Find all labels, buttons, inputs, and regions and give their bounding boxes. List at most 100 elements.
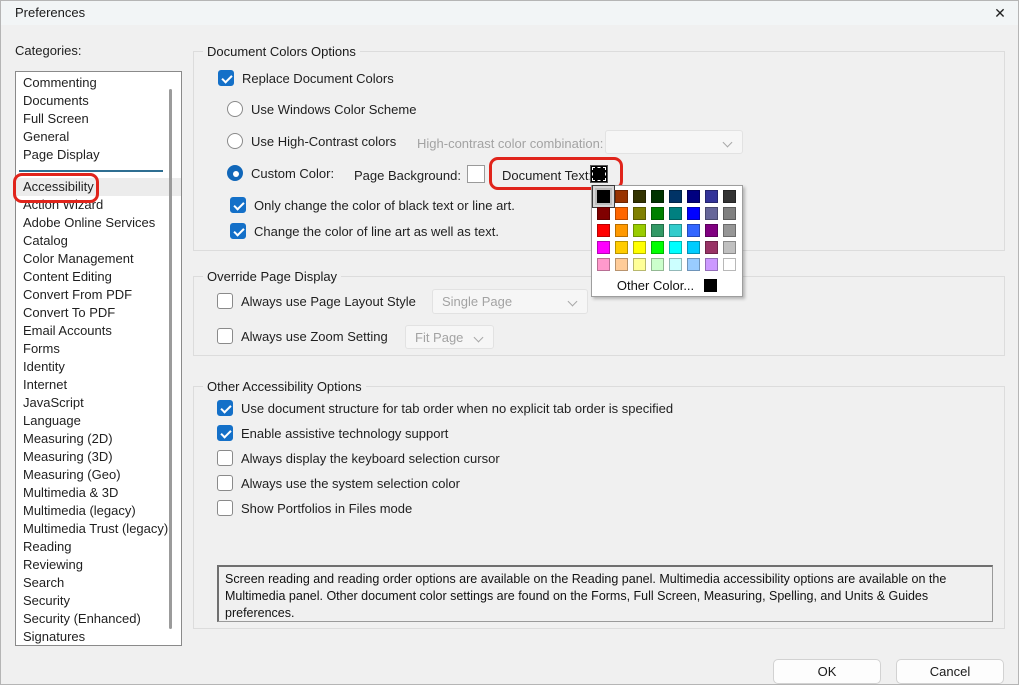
palette-swatch-00FFFF[interactable] [669,241,682,254]
cancel-button[interactable]: Cancel [896,659,1004,684]
sidebar-item-measuring-3d[interactable]: Measuring (3D) [16,448,181,466]
page-background-swatch[interactable] [467,165,485,183]
palette-swatch-008080[interactable] [669,207,682,220]
palette-swatch-993300[interactable] [615,190,628,203]
sidebar-item-forms[interactable]: Forms [16,340,181,358]
sidebar-item-accessibility[interactable]: Accessibility [16,178,181,196]
sidebar-item-documents[interactable]: Documents [16,92,181,110]
palette-swatch-000080[interactable] [687,190,700,203]
palette-swatch-993366[interactable] [705,241,718,254]
palette-swatch-99CC00[interactable] [633,224,646,237]
always-use-the-system-selection-color-checkbox[interactable] [217,475,233,491]
replace-document-colors-label: Replace Document Colors [242,71,394,86]
palette-swatch-FFFF00[interactable] [633,241,646,254]
palette-swatch-008000[interactable] [651,207,664,220]
sidebar-item-convert-to-pdf[interactable]: Convert To PDF [16,304,181,322]
palette-swatch-FFCC99[interactable] [615,258,628,271]
sidebar-item-reading[interactable]: Reading [16,538,181,556]
sidebar-item-action-wizard[interactable]: Action Wizard [16,196,181,214]
replace-document-colors-checkbox[interactable] [218,70,234,86]
palette-swatch-339966[interactable] [651,224,664,237]
sidebar-item-measuring-geo[interactable]: Measuring (Geo) [16,466,181,484]
sidebar-item-signatures[interactable]: Signatures [16,628,181,646]
sidebar-item-security-enhanced[interactable]: Security (Enhanced) [16,610,181,628]
document-text-swatch[interactable] [590,165,608,183]
sidebar-item-internet[interactable]: Internet [16,376,181,394]
palette-swatch-333399[interactable] [705,190,718,203]
palette-swatch-99CCFF[interactable] [687,258,700,271]
change-line-art-checkbox[interactable] [230,223,246,239]
palette-swatch-800080[interactable] [705,224,718,237]
palette-swatch-0000FF[interactable] [687,207,700,220]
sidebar-item-full-screen[interactable]: Full Screen [16,110,181,128]
palette-swatch-3366FF[interactable] [687,224,700,237]
palette-swatch-FF9900[interactable] [615,224,628,237]
palette-swatch-00CCFF[interactable] [687,241,700,254]
palette-swatch-000000[interactable] [597,190,610,203]
sidebar-item-language[interactable]: Language [16,412,181,430]
sidebar-item-identity[interactable]: Identity [16,358,181,376]
sidebar-item-search[interactable]: Search [16,574,181,592]
sidebar-item-reviewing[interactable]: Reviewing [16,556,181,574]
page-background-label: Page Background: [354,168,461,183]
palette-swatch-FFCC00[interactable] [615,241,628,254]
always-use-the-system-selection-color-label: Always use the system selection color [241,476,460,491]
sidebar-item-multimedia-trust-legacy[interactable]: Multimedia Trust (legacy) [16,520,181,538]
palette-swatch-666699[interactable] [705,207,718,220]
only-change-black-checkbox[interactable] [230,197,246,213]
palette-swatch-CCFFCC[interactable] [651,258,664,271]
palette-swatch-00FF00[interactable] [651,241,664,254]
close-icon[interactable]: ✕ [990,3,1010,23]
palette-swatch-CC99FF[interactable] [705,258,718,271]
palette-swatch-FF0000[interactable] [597,224,610,237]
sidebar-item-content-editing[interactable]: Content Editing [16,268,181,286]
page-layout-select[interactable]: Single Page [432,289,588,314]
use-document-structure-for-tab-order-when-no-explicit-tab-order-is-specified-checkbox[interactable] [217,400,233,416]
sidebar-item-convert-from-pdf[interactable]: Convert From PDF [16,286,181,304]
zoom-setting-select[interactable]: Fit Page [405,325,494,349]
show-portfolios-in-files-mode-checkbox[interactable] [217,500,233,516]
document-colors-title: Document Colors Options [203,44,360,59]
palette-swatch-003300[interactable] [651,190,664,203]
palette-swatch-FF6600[interactable] [615,207,628,220]
sidebar-item-catalog[interactable]: Catalog [16,232,181,250]
palette-swatch-FFFFFF[interactable] [723,258,736,271]
other-color-button[interactable]: Other Color... [617,278,694,293]
sidebar-item-color-management[interactable]: Color Management [16,250,181,268]
use-high-contrast-radio[interactable] [227,133,243,149]
use-windows-color-scheme-radio[interactable] [227,101,243,117]
palette-swatch-808080[interactable] [723,207,736,220]
palette-swatch-C0C0C0[interactable] [723,241,736,254]
sidebar-item-general[interactable]: General [16,128,181,146]
sidebar-item-multimedia-legacy[interactable]: Multimedia (legacy) [16,502,181,520]
palette-swatch-800000[interactable] [597,207,610,220]
sidebar-item-page-display[interactable]: Page Display [16,146,181,164]
palette-swatch-808000[interactable] [633,207,646,220]
ok-button[interactable]: OK [773,659,881,684]
high-contrast-combination-select[interactable] [605,130,743,154]
custom-color-radio[interactable] [227,165,243,181]
palette-swatch-333300[interactable] [633,190,646,203]
always-use-page-layout-checkbox[interactable] [217,293,233,309]
other-accessibility-title: Other Accessibility Options [203,379,366,394]
palette-swatch-FF00FF[interactable] [597,241,610,254]
palette-swatch-33CCCC[interactable] [669,224,682,237]
sidebar-item-measuring-2d[interactable]: Measuring (2D) [16,430,181,448]
palette-swatch-FFFF99[interactable] [633,258,646,271]
enable-assistive-technology-support-checkbox[interactable] [217,425,233,441]
sidebar-item-javascript[interactable]: JavaScript [16,394,181,412]
sidebar-item-commenting[interactable]: Commenting [16,74,181,92]
sidebar-item-email-accounts[interactable]: Email Accounts [16,322,181,340]
other-color-swatch[interactable] [704,279,717,292]
palette-swatch-969696[interactable] [723,224,736,237]
listbox-scrollbar[interactable] [169,89,172,629]
sidebar-item-multimedia-3d[interactable]: Multimedia & 3D [16,484,181,502]
always-use-zoom-checkbox[interactable] [217,328,233,344]
palette-swatch-CCFFFF[interactable] [669,258,682,271]
palette-swatch-FF99CC[interactable] [597,258,610,271]
sidebar-item-adobe-online-services[interactable]: Adobe Online Services [16,214,181,232]
palette-swatch-333333[interactable] [723,190,736,203]
always-display-the-keyboard-selection-cursor-checkbox[interactable] [217,450,233,466]
sidebar-item-security[interactable]: Security [16,592,181,610]
palette-swatch-003366[interactable] [669,190,682,203]
